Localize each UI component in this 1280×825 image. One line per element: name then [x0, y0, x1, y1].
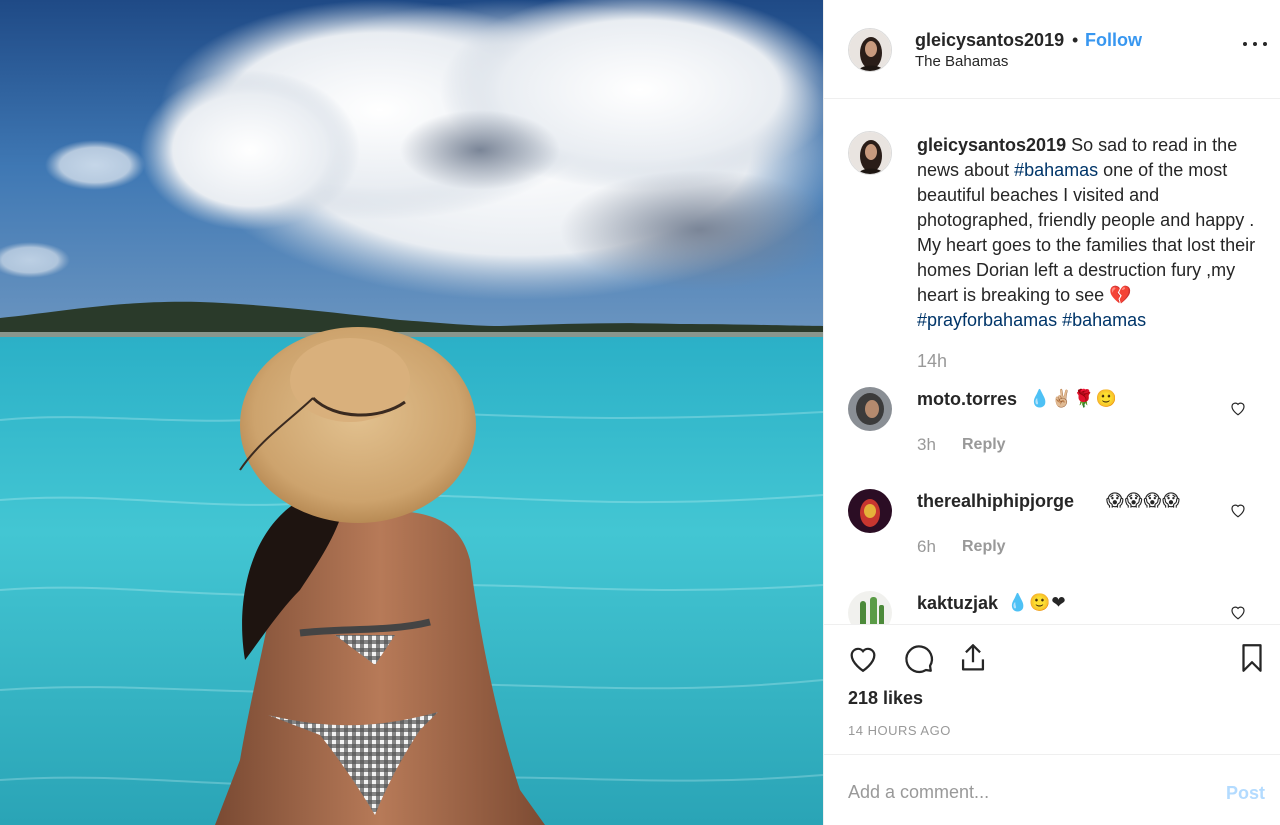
header-separator: •	[1072, 30, 1079, 50]
like-comment-heart-icon[interactable]	[1229, 603, 1247, 621]
author-username[interactable]: gleicysantos2019	[915, 30, 1064, 51]
hashtag-prayforbahamas[interactable]: #prayforbahamas	[917, 310, 1057, 330]
post-timestamp[interactable]: 14 HOURS AGO	[848, 723, 951, 738]
post-photo[interactable]	[0, 0, 823, 825]
author-avatar[interactable]	[848, 28, 892, 72]
heart-icon[interactable]	[846, 641, 880, 675]
comment-time[interactable]: 3h	[917, 435, 936, 455]
like-comment-heart-icon[interactable]	[1229, 501, 1247, 519]
commenter-avatar[interactable]	[848, 387, 892, 431]
comment-item: moto.torres 💧✌🏼🌹🙂 3h Reply	[824, 387, 1280, 487]
more-options-icon[interactable]	[1241, 34, 1269, 52]
reply-button[interactable]: Reply	[962, 538, 1006, 556]
post-panel: gleicysantos2019 • Follow The Bahamas gl…	[823, 0, 1280, 825]
comment-text: 😱😱😱😱	[1106, 491, 1181, 510]
comment-text: 💧🙂❤	[1007, 593, 1067, 612]
hashtag-bahamas-2[interactable]: #bahamas	[1062, 310, 1146, 330]
comment-input[interactable]	[848, 779, 1208, 805]
comment-icon[interactable]	[901, 641, 935, 675]
comment-username[interactable]: moto.torres	[917, 389, 1017, 410]
commenter-avatar[interactable]	[848, 489, 892, 533]
caption-text-2: one of the most beautiful beaches I visi…	[917, 160, 1256, 305]
post-caption: gleicysantos2019 So sad to read in the n…	[917, 133, 1257, 333]
comment-username[interactable]: kaktuzjak	[917, 593, 998, 614]
broken-heart-emoji: 💔	[1109, 285, 1132, 305]
caption-username[interactable]: gleicysantos2019	[917, 135, 1066, 155]
caption-time[interactable]: 14h	[917, 351, 947, 372]
post-comment-button[interactable]: Post	[1226, 783, 1265, 804]
reply-button[interactable]: Reply	[962, 436, 1006, 454]
beach-photo-image	[0, 0, 823, 825]
post-actions: 218 likes 14 HOURS AGO	[824, 624, 1280, 754]
comment-time[interactable]: 6h	[917, 537, 936, 557]
commenter-avatar[interactable]	[848, 591, 892, 624]
comment-text: 💧✌🏼🌹🙂	[1029, 389, 1118, 408]
like-comment-heart-icon[interactable]	[1229, 399, 1247, 417]
post-location[interactable]: The Bahamas	[915, 53, 1008, 70]
likes-count[interactable]: 218 likes	[848, 688, 923, 709]
comment-item: kaktuzjak 💧🙂❤	[824, 591, 1280, 624]
comment-username[interactable]: therealhiphipjorge	[917, 491, 1074, 512]
comment-item: therealhiphipjorge 😱😱😱😱 6h Reply	[824, 489, 1280, 589]
follow-button[interactable]: Follow	[1085, 30, 1142, 51]
caption-avatar[interactable]	[848, 131, 892, 175]
add-comment-bar: Post	[824, 754, 1280, 825]
bookmark-icon[interactable]	[1235, 641, 1269, 675]
post-header: gleicysantos2019 • Follow The Bahamas	[824, 0, 1280, 99]
comments-section[interactable]: gleicysantos2019 So sad to read in the n…	[824, 99, 1280, 624]
share-icon[interactable]	[956, 641, 990, 675]
hashtag-bahamas[interactable]: #bahamas	[1014, 160, 1098, 180]
